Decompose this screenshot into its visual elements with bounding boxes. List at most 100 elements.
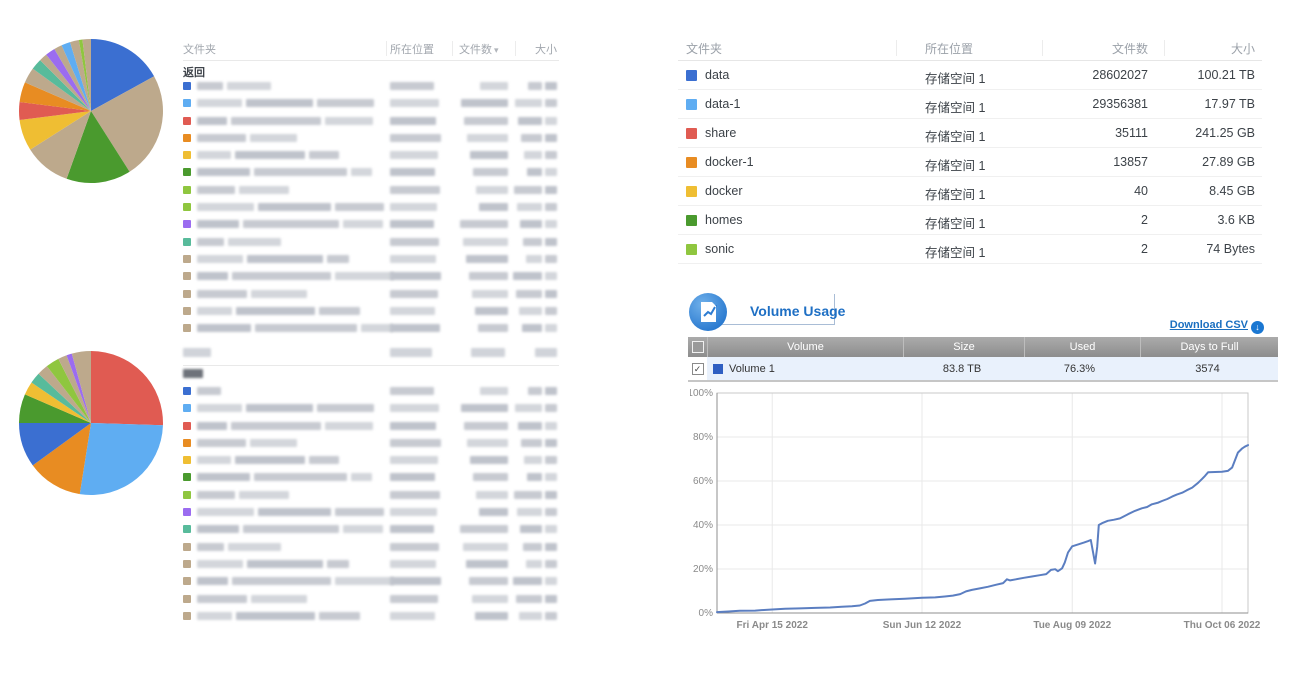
folder-rows xyxy=(183,383,559,625)
folder-row[interactable] xyxy=(183,608,559,625)
column-header-folder[interactable]: 文件夹 xyxy=(183,41,216,57)
redacted-size xyxy=(495,491,557,499)
shared-folder-row-sonic[interactable]: sonic存储空间 1274 Bytes xyxy=(678,235,1262,264)
folder-row[interactable] xyxy=(183,286,559,303)
folder-row[interactable] xyxy=(183,216,559,233)
redacted-text-blob xyxy=(522,324,542,332)
redacted-text-blob xyxy=(390,82,434,90)
folder-row[interactable] xyxy=(183,591,559,608)
redacted-back-label xyxy=(183,369,203,378)
redacted-text-blob xyxy=(197,543,224,551)
redacted-text-blob xyxy=(390,612,435,620)
redacted-text-blob xyxy=(545,255,557,263)
folder-row[interactable] xyxy=(183,95,559,112)
redacted-text-blob xyxy=(335,577,394,585)
folder-row[interactable] xyxy=(183,320,559,337)
column-header-filecount[interactable]: 文件数 xyxy=(1078,40,1148,57)
folder-row[interactable] xyxy=(183,469,559,486)
shared-folder-row-data[interactable]: data存储空间 128602027100.21 TB xyxy=(678,61,1262,90)
redacted-text-blob xyxy=(545,238,557,246)
column-divider xyxy=(515,41,516,56)
column-header-filecount[interactable]: 文件数▾ xyxy=(459,41,499,57)
column-header-location[interactable]: 所在位置 xyxy=(925,40,973,57)
redacted-text-blob xyxy=(527,473,542,481)
folder-list-table-top: 文件夹 所在位置 文件数▾ 大小 返回 xyxy=(183,38,559,61)
folder-row[interactable] xyxy=(183,435,559,452)
redacted-location xyxy=(390,238,439,246)
folder-row[interactable] xyxy=(183,130,559,147)
y-axis-tick-label: 0% xyxy=(699,608,714,619)
folder-row[interactable] xyxy=(183,487,559,504)
shared-folder-row-docker[interactable]: docker存储空间 1408.45 GB xyxy=(678,177,1262,206)
folder-row[interactable] xyxy=(183,182,559,199)
redacted-text-blob xyxy=(228,543,281,551)
folder-row[interactable] xyxy=(183,199,559,216)
redacted-location xyxy=(390,134,441,142)
folder-size: 74 Bytes xyxy=(1145,242,1255,256)
folder-row[interactable] xyxy=(183,147,559,164)
back-link-redacted[interactable] xyxy=(183,369,203,381)
plot-border xyxy=(717,393,1248,613)
folder-rows xyxy=(183,78,559,337)
redacted-text-blob xyxy=(545,220,557,228)
folder-row[interactable] xyxy=(183,303,559,320)
redacted-text-blob xyxy=(197,324,251,332)
redacted-text-blob xyxy=(513,577,542,585)
redacted-location xyxy=(390,508,437,516)
folder-row[interactable] xyxy=(183,573,559,590)
folder-row[interactable] xyxy=(183,383,559,400)
folder-row[interactable] xyxy=(183,78,559,95)
folder-row[interactable] xyxy=(183,521,559,538)
redacted-text-blob xyxy=(197,577,228,585)
redacted-text-blob xyxy=(390,151,438,159)
redacted-text-blob xyxy=(197,508,254,516)
column-header-folder[interactable]: 文件夹 xyxy=(686,40,722,57)
folder-row[interactable] xyxy=(183,400,559,417)
redacted-location xyxy=(390,525,434,533)
folder-row[interactable] xyxy=(183,164,559,181)
folder-size-pie-chart-bottom xyxy=(16,348,166,498)
redacted-location xyxy=(390,577,441,585)
redacted-text-blob xyxy=(390,186,440,194)
folder-row[interactable] xyxy=(183,251,559,268)
shared-folder-row-data-1[interactable]: data-1存储空间 12935638117.97 TB xyxy=(678,90,1262,119)
redacted-header-size xyxy=(535,348,557,357)
column-header-location[interactable]: 所在位置 xyxy=(390,41,434,57)
folder-row[interactable] xyxy=(183,268,559,285)
folder-row[interactable] xyxy=(183,452,559,469)
redacted-text-blob xyxy=(197,404,242,412)
shared-folder-row-docker-1[interactable]: docker-1存储空间 11385727.89 GB xyxy=(678,148,1262,177)
volume-table-row[interactable]: ✓Volume 183.8 TB76.3%3574 xyxy=(688,357,1278,380)
redacted-text-blob xyxy=(197,151,231,159)
folder-row[interactable] xyxy=(183,539,559,556)
redacted-header-location xyxy=(390,348,432,357)
download-csv-link[interactable]: Download CSV↓ xyxy=(1170,319,1264,334)
column-header-size[interactable]: 大小 xyxy=(1231,40,1255,57)
folder-filecount: 2 xyxy=(1038,242,1148,256)
shared-folder-row-homes[interactable]: homes存储空间 123.6 KB xyxy=(678,206,1262,235)
redacted-location xyxy=(390,560,436,568)
y-axis-tick-label: 80% xyxy=(693,432,713,443)
volume-column-header-used: Used xyxy=(1024,337,1140,357)
folder-color-swatch xyxy=(183,238,191,246)
folder-row[interactable] xyxy=(183,234,559,251)
redacted-size xyxy=(495,99,557,107)
redacted-folder-name xyxy=(197,508,384,516)
redacted-text-blob xyxy=(390,595,438,603)
redacted-text-blob xyxy=(545,560,557,568)
redacted-text-blob xyxy=(247,560,323,568)
folder-row[interactable] xyxy=(183,418,559,435)
folder-row[interactable] xyxy=(183,504,559,521)
folder-size: 3.6 KB xyxy=(1145,213,1255,227)
shared-folder-row-share[interactable]: share存储空间 135111241.25 GB xyxy=(678,119,1262,148)
folder-row[interactable] xyxy=(183,556,559,573)
shared-folder-table: 文件夹 所在位置 文件数 大小 data存储空间 128602027100.21… xyxy=(678,36,1262,264)
column-header-size[interactable]: 大小 xyxy=(535,41,557,57)
folder-color-swatch xyxy=(183,543,191,551)
folder-color-swatch xyxy=(183,439,191,447)
redacted-text-blob xyxy=(517,508,542,516)
folder-row[interactable] xyxy=(183,113,559,130)
select-all-checkbox[interactable] xyxy=(692,341,704,353)
redacted-text-blob xyxy=(545,168,557,176)
volume-row-checkbox[interactable]: ✓ xyxy=(692,363,704,375)
